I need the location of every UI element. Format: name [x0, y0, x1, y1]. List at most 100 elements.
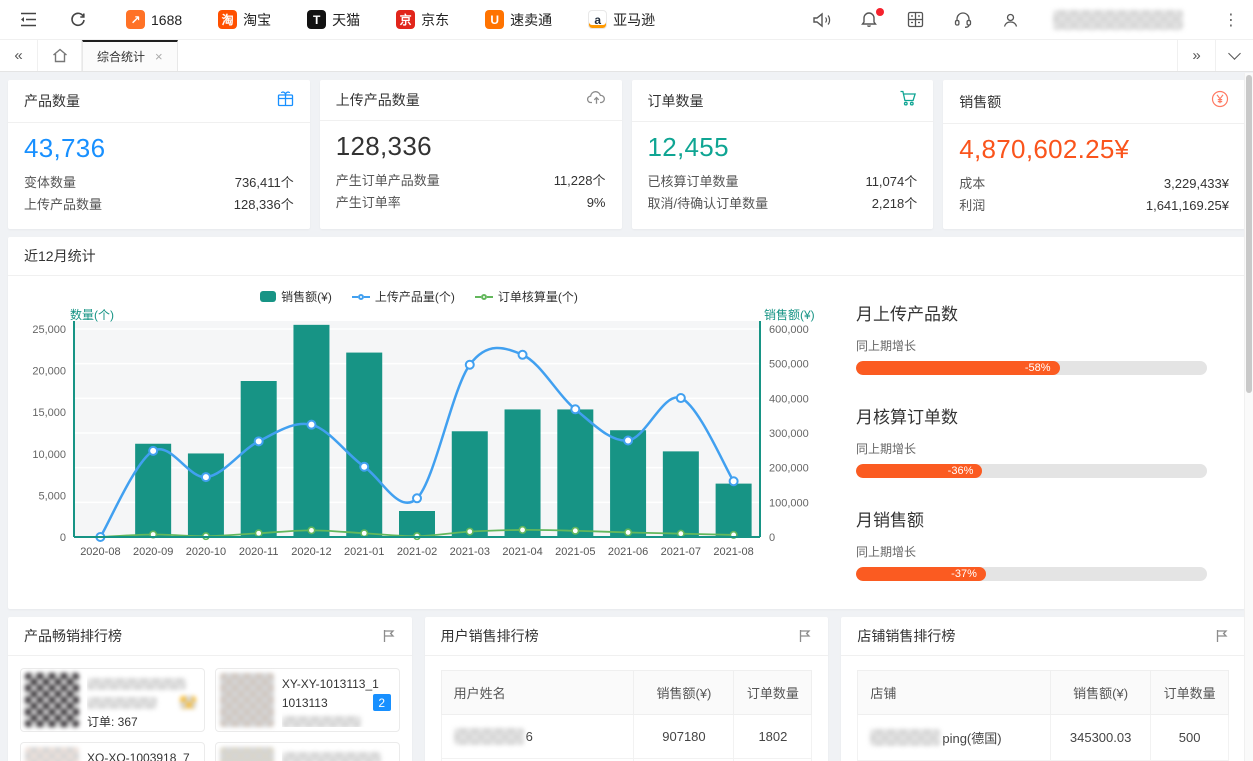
svg-text:2020-09: 2020-09 — [133, 546, 173, 558]
platform-tab-4[interactable]: 京京东 — [396, 10, 449, 30]
flag-icon[interactable] — [1215, 629, 1229, 643]
product-sku: XQ-XQ-1003918_7 — [87, 751, 190, 761]
flag-icon[interactable] — [382, 629, 396, 643]
legend-item-2[interactable]: 上传产品量(个) — [352, 288, 455, 305]
svg-text:10,000: 10,000 — [32, 449, 66, 461]
product-sku: 1013113 — [282, 696, 328, 710]
stat-value: 2,218个 — [872, 193, 918, 215]
sales-cell: 907180 — [634, 715, 734, 759]
more-vertical-icon[interactable]: ⋮ — [1223, 10, 1239, 30]
tab-active[interactable]: 综合统计 × — [82, 40, 178, 71]
platform-logo-icon: a — [588, 10, 607, 29]
panel-title: 店铺销售排行榜 — [857, 626, 955, 646]
svg-text:400,000: 400,000 — [769, 393, 809, 405]
product-card[interactable]: XY-XY-1013113_110131132 — [215, 668, 400, 732]
svg-text:2021-07: 2021-07 — [661, 546, 701, 558]
name-suffix: ping(德国) — [942, 728, 1001, 747]
name-cell: 6 — [441, 715, 634, 759]
redacted-text — [87, 678, 186, 690]
platform-logo-icon: ↗ — [126, 10, 145, 29]
growth-group-orders: 月核算订单数 同上期增长 -36% — [856, 403, 1207, 478]
chart-canvas: 05,00010,00015,00020,00025,0000100,00020… — [8, 307, 828, 563]
product-sku: XY-XY-1013113_1 — [282, 677, 379, 691]
svg-text:2020-10: 2020-10 — [186, 546, 226, 558]
platform-label: 亚马逊 — [613, 10, 655, 30]
growth-title: 月核算订单数 — [856, 403, 1207, 428]
platform-tab-5[interactable]: U速卖通 — [485, 10, 552, 30]
bestseller-panel: 产品畅销排行榜 订单: 367XY-XY-1013113_110131132XQ… — [8, 617, 412, 761]
column-header: 销售额(¥) — [634, 671, 734, 715]
svg-text:2021-03: 2021-03 — [450, 546, 490, 558]
legend-item-1[interactable]: 销售额(¥) — [260, 288, 332, 305]
sound-icon[interactable] — [813, 12, 831, 28]
growth-value: -37% — [951, 568, 977, 580]
column-header: 店铺 — [858, 671, 1051, 715]
combo-chart: 销售额(¥) 上传产品量(个) 订单核算量(个) 0 5,000 10,000 15,00… — [8, 276, 830, 609]
product-card[interactable]: XQ-XQ-1003918_7 — [20, 742, 205, 761]
svg-text:0: 0 — [60, 532, 66, 544]
table-header: 店铺销售额(¥)订单数量 — [858, 671, 1229, 715]
redacted-text — [282, 752, 381, 761]
contacts-icon[interactable] — [1002, 12, 1019, 28]
user-account[interactable] — [1053, 10, 1183, 30]
svg-text:数量(个): 数量(个) — [70, 307, 114, 322]
refresh-icon[interactable] — [64, 6, 92, 34]
tab-bar: « 综合统计 × » — [0, 40, 1253, 72]
column-header: 订单数量 — [1151, 671, 1229, 715]
tabs-scroll-left[interactable]: « — [0, 40, 38, 71]
platform-logo-icon: T — [307, 10, 326, 29]
stat-value: 736,411个 — [235, 172, 294, 194]
growth-group-sales: 月销售额 同上期增长 -37% — [856, 506, 1207, 581]
stat-label: 变体数量 — [24, 172, 76, 194]
tabs-dropdown[interactable] — [1215, 40, 1253, 71]
menu-fold-icon[interactable] — [14, 6, 42, 34]
header-right: ⋮ — [813, 10, 1239, 30]
platform-tab-6[interactable]: a 亚马逊 — [588, 10, 655, 30]
product-card[interactable]: 订单: 367 — [20, 668, 205, 732]
platform-label: 1688 — [151, 12, 182, 28]
panel-title: 用户销售排行榜 — [441, 626, 539, 646]
stat-label: 产生订单产品数量 — [336, 170, 440, 192]
close-icon[interactable]: × — [155, 49, 163, 64]
product-card[interactable] — [215, 742, 400, 761]
stat-label: 产生订单率 — [336, 192, 401, 214]
svg-text:600,000: 600,000 — [769, 324, 809, 336]
legend-item-3[interactable]: 订单核算量(个) — [475, 288, 578, 305]
flag-icon[interactable] — [798, 629, 812, 643]
svg-text:2021-08: 2021-08 — [713, 546, 753, 558]
name-suffix: 6 — [526, 729, 533, 744]
stat-value: 11,074个 — [865, 171, 917, 193]
platform-label: 天猫 — [332, 10, 360, 30]
redacted-name — [454, 728, 524, 745]
card-title: 上传产品数量 — [336, 90, 420, 110]
user-sales-panel: 用户销售排行榜 用户姓名销售额(¥)订单数量69071801802735078.… — [425, 617, 829, 761]
panel-title: 近12月统计 — [24, 246, 96, 266]
content: 产品数量 43,736 变体数量736,411个 上传产品数量128,336个 … — [0, 72, 1253, 761]
svg-text:15,000: 15,000 — [32, 407, 66, 419]
stat-card-orders: 订单数量 12,455 已核算订单数量11,074个 取消/待确认订单数量2,2… — [632, 80, 934, 229]
home-icon[interactable] — [38, 40, 82, 71]
svg-text:2020-11: 2020-11 — [239, 546, 279, 558]
chevron-down-icon — [1228, 47, 1241, 60]
headset-icon[interactable] — [954, 12, 972, 28]
svg-text:2020-08: 2020-08 — [80, 546, 120, 558]
stat-cards-row: 产品数量 43,736 变体数量736,411个 上传产品数量128,336个 … — [8, 80, 1245, 229]
orders-cell: 1802 — [734, 715, 812, 759]
card-value: 4,870,602.25¥ — [959, 134, 1229, 165]
svg-text:5,000: 5,000 — [38, 490, 66, 502]
bottom-row: 产品畅销排行榜 订单: 367XY-XY-1013113_110131132XQ… — [8, 617, 1245, 761]
platform-tab-3[interactable]: T 天猫 — [307, 10, 360, 30]
stat-value: 1,641,169.25¥ — [1146, 195, 1229, 217]
svg-text:2021-04: 2021-04 — [502, 546, 542, 558]
tab-label: 综合统计 — [97, 48, 145, 65]
platform-tab-2[interactable]: 淘淘宝 — [218, 10, 271, 30]
stat-value: 128,336个 — [234, 194, 294, 216]
growth-panel: 月上传产品数 同上期增长 -58% 月核算订单数 同上期增长 -36% 月销售额… — [830, 276, 1245, 609]
progress-track: -58% — [856, 361, 1207, 375]
tabs-scroll-right[interactable]: » — [1177, 40, 1215, 71]
apps-icon[interactable] — [907, 11, 924, 28]
bell-icon[interactable] — [861, 11, 877, 28]
svg-text:0: 0 — [769, 532, 775, 544]
scrollbar-thumb[interactable] — [1246, 75, 1252, 393]
platform-tab-1[interactable]: ↗ 1688 — [126, 10, 182, 29]
